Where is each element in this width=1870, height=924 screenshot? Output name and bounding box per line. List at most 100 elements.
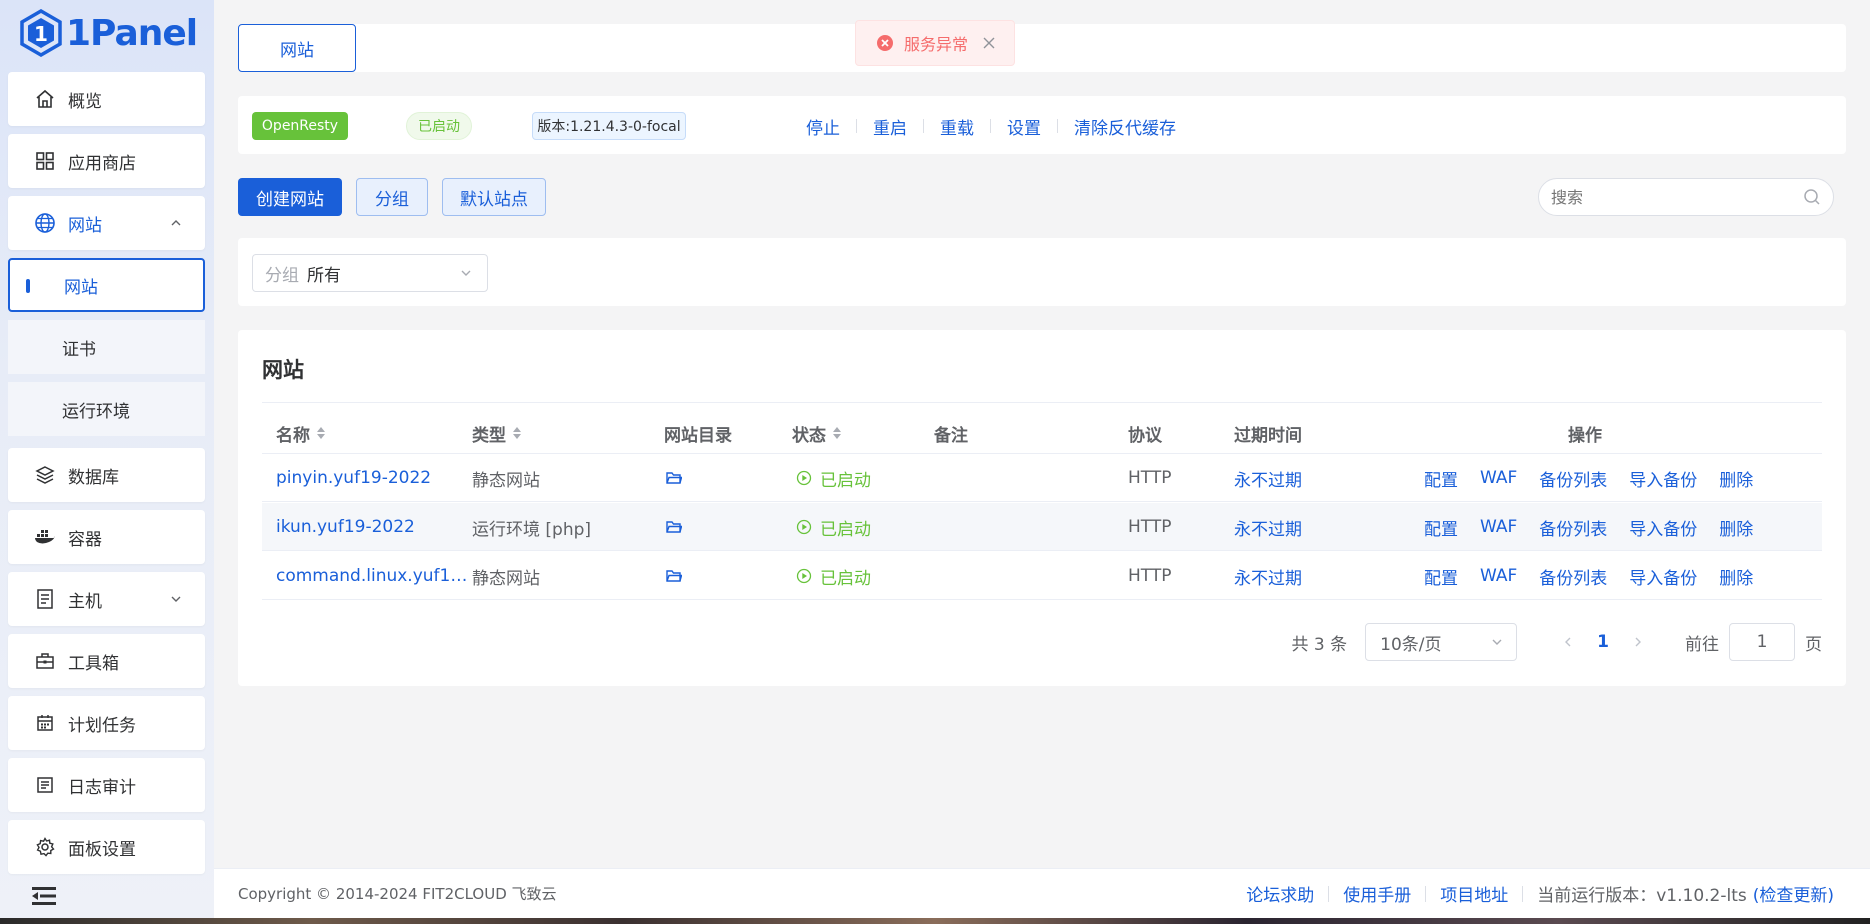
website-status[interactable]: 已启动: [796, 552, 871, 600]
sidebar-item-label: 日志审计: [68, 777, 136, 798]
waf-action[interactable]: WAF: [1480, 468, 1517, 488]
sidebar-subitem-website[interactable]: 网站: [8, 258, 205, 312]
next-page-icon[interactable]: [1631, 635, 1645, 649]
sort-icon[interactable]: [832, 426, 842, 440]
backup-list-action[interactable]: 备份列表: [1539, 466, 1607, 491]
config-action[interactable]: 配置: [1424, 466, 1458, 491]
create-website-button[interactable]: 创建网站: [238, 178, 342, 216]
active-indicator: [26, 279, 30, 293]
goto-page-input[interactable]: 1: [1729, 623, 1795, 661]
website-expire[interactable]: 永不过期: [1234, 552, 1302, 600]
website-expire[interactable]: 永不过期: [1234, 503, 1302, 551]
sidebar-item-website[interactable]: 网站: [8, 196, 205, 250]
sidebar-item-log-audit[interactable]: 日志审计: [8, 758, 205, 812]
close-icon[interactable]: [982, 36, 996, 50]
sidebar-item-cron[interactable]: 计划任务: [8, 696, 205, 750]
column-header-status[interactable]: 状态: [792, 412, 842, 454]
delete-action[interactable]: 删除: [1719, 515, 1753, 540]
config-action[interactable]: 配置: [1424, 515, 1458, 540]
column-header-name[interactable]: 名称: [276, 412, 326, 454]
group-filter-select[interactable]: 分组 所有: [252, 254, 488, 292]
sidebar-item-panel-settings[interactable]: 面板设置: [8, 820, 205, 874]
website-status[interactable]: 已启动: [796, 503, 871, 551]
sidebar-item-toolbox[interactable]: 工具箱: [8, 634, 205, 688]
delete-action[interactable]: 删除: [1719, 564, 1753, 589]
backup-list-action[interactable]: 备份列表: [1539, 564, 1607, 589]
sort-icon[interactable]: [316, 426, 326, 440]
sidebar-item-label: 应用商店: [68, 153, 136, 174]
website-type: 运行环境 [php]: [472, 519, 592, 540]
sidebar-item-database[interactable]: 数据库: [8, 448, 205, 502]
forum-link[interactable]: 论坛求助: [1246, 881, 1314, 906]
layers-icon: [34, 464, 56, 486]
sort-icon[interactable]: [512, 426, 522, 440]
tab-website[interactable]: 网站: [238, 24, 356, 72]
backup-list-action[interactable]: 备份列表: [1539, 515, 1607, 540]
website-name-link[interactable]: ikun.yuf19-2022: [276, 503, 415, 551]
sidebar-subitem-certificate[interactable]: 证书: [8, 320, 205, 374]
delete-action[interactable]: 删除: [1719, 466, 1753, 491]
website-name-link[interactable]: command.linux.yuf1…: [276, 552, 467, 600]
sidebar-item-label: 网站: [68, 215, 102, 236]
waf-action[interactable]: WAF: [1480, 517, 1517, 537]
sidebar-item-app-store[interactable]: 应用商店: [8, 134, 205, 188]
divider: [1057, 119, 1058, 133]
website-status[interactable]: 已启动: [796, 454, 871, 502]
divider: [1522, 885, 1524, 902]
settings-button[interactable]: 设置: [1007, 114, 1041, 139]
website-type: 静态网站: [472, 470, 540, 491]
website-expire[interactable]: 永不过期: [1234, 454, 1302, 502]
sidebar-subitem-runtime[interactable]: 运行环境: [8, 382, 205, 436]
chevron-up-icon: [171, 220, 181, 226]
import-backup-action[interactable]: 导入备份: [1629, 515, 1697, 540]
divider: [1425, 885, 1427, 902]
toast-message: 服务异常: [904, 35, 969, 54]
check-update-link[interactable]: (检查更新): [1753, 881, 1834, 906]
home-icon: [34, 88, 56, 110]
prev-page-icon[interactable]: [1561, 635, 1575, 649]
config-action[interactable]: 配置: [1424, 564, 1458, 589]
import-backup-action[interactable]: 导入备份: [1629, 564, 1697, 589]
page-size-select[interactable]: 10条/页: [1365, 623, 1518, 661]
divider: [262, 402, 1822, 403]
column-header-type[interactable]: 类型: [472, 412, 522, 454]
reload-button[interactable]: 重载: [940, 114, 974, 139]
sidebar-subitem-label: 证书: [62, 339, 96, 360]
sidebar-item-host[interactable]: 主机: [8, 572, 205, 626]
project-link[interactable]: 项目地址: [1440, 881, 1508, 906]
search-icon[interactable]: [1803, 188, 1821, 206]
website-dir[interactable]: [666, 503, 682, 551]
collapse-sidebar-icon[interactable]: [32, 886, 56, 906]
column-header-dir: 网站目录: [664, 425, 732, 446]
folder-open-icon[interactable]: [666, 471, 682, 485]
search-input[interactable]: [1551, 187, 1803, 207]
website-dir[interactable]: [666, 454, 682, 502]
logo[interactable]: 1 1Panel: [20, 8, 198, 58]
group-button[interactable]: 分组: [356, 178, 428, 216]
clear-proxy-cache-button[interactable]: 清除反代缓存: [1074, 114, 1176, 139]
manual-link[interactable]: 使用手册: [1343, 881, 1411, 906]
website-table-card: 网站 名称 类型 网站目录 状态 备注 协议 过期时间 操作 pinyin.yu…: [238, 330, 1846, 686]
stop-button[interactable]: 停止: [806, 114, 840, 139]
sidebar-subitem-label: 运行环境: [62, 401, 130, 422]
website-type: 静态网站: [472, 568, 540, 589]
website-protocol: HTTP: [1128, 468, 1172, 488]
folder-open-icon[interactable]: [666, 520, 682, 534]
divider: [990, 119, 991, 133]
website-dir[interactable]: [666, 552, 682, 600]
sidebar-subitem-label: 网站: [64, 277, 98, 298]
globe-icon: [34, 212, 56, 234]
default-site-button[interactable]: 默认站点: [442, 178, 546, 216]
website-name-link[interactable]: pinyin.yuf19-2022: [276, 454, 431, 502]
page-number[interactable]: 1: [1597, 632, 1609, 652]
sidebar-item-overview[interactable]: 概览: [8, 72, 205, 126]
waf-action[interactable]: WAF: [1480, 566, 1517, 586]
play-circle-icon: [796, 470, 812, 486]
restart-button[interactable]: 重启: [873, 114, 907, 139]
sidebar-item-container[interactable]: 容器: [8, 510, 205, 564]
import-backup-action[interactable]: 导入备份: [1629, 466, 1697, 491]
table-row: ikun.yuf19-2022 运行环境 [php] 已启动 HTTP 永不过期…: [262, 503, 1822, 551]
folder-open-icon[interactable]: [666, 569, 682, 583]
row-actions: 配置 WAF 备份列表 导入备份 删除: [1424, 503, 1775, 551]
status-text: 已启动: [820, 470, 871, 491]
